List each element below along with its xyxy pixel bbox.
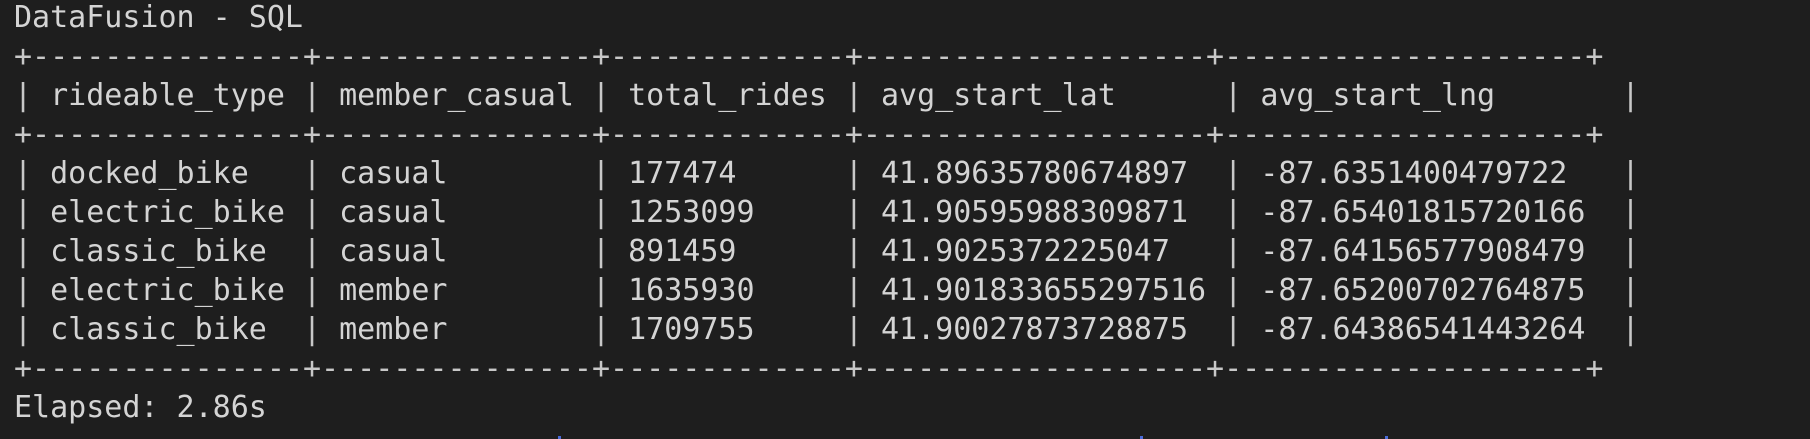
header-avg-start-lat: avg_start_lat xyxy=(881,78,1116,113)
table-row: | electric_bike | casual | 1253099 | 41.… xyxy=(14,195,1640,230)
table-cell: classic_bike xyxy=(50,312,267,347)
header-rideable-type: rideable_type xyxy=(50,78,285,113)
table-cell: 41.90595988309871 xyxy=(881,195,1189,230)
table-cell: 177474 xyxy=(628,156,737,191)
table-row: | electric_bike | member | 1635930 | 41.… xyxy=(14,273,1640,308)
elapsed-status: Elapsed: 2.86s xyxy=(14,390,267,425)
table-cell: casual xyxy=(339,195,448,230)
table-cell: -87.64156577908479 xyxy=(1260,234,1586,269)
table-header-row: | rideable_type | member_casual | total_… xyxy=(14,78,1640,113)
terminal-title: DataFusion - SQL xyxy=(14,0,303,35)
table-bottom-border: +---------------+---------------+-------… xyxy=(14,351,1604,386)
table-cell: -87.65401815720166 xyxy=(1260,195,1586,230)
table-cell: member xyxy=(339,273,448,308)
table-cell: -87.6351400479722 xyxy=(1260,156,1568,191)
table-cell: 1709755 xyxy=(628,312,755,347)
table-body: | docked_bike | casual | 177474 | 41.896… xyxy=(14,154,1640,349)
header-member-casual: member_casual xyxy=(339,78,574,113)
header-avg-start-lng: avg_start_lng xyxy=(1260,78,1496,113)
table-cell: 41.9025372225047 xyxy=(881,234,1170,269)
terminal-output: DataFusion - SQL +---------------+-------… xyxy=(14,0,1640,427)
table-cell: docked_bike xyxy=(50,156,249,191)
table-header-separator: +---------------+---------------+-------… xyxy=(14,117,1604,152)
table-row: | classic_bike | casual | 891459 | 41.90… xyxy=(14,234,1640,269)
table-cell: 1253099 xyxy=(628,195,755,230)
table-cell: electric_bike xyxy=(50,195,285,230)
table-cell: 41.89635780674897 xyxy=(881,156,1189,191)
table-cell: 1635930 xyxy=(628,273,755,308)
table-cell: member xyxy=(339,312,448,347)
table-cell: 891459 xyxy=(628,234,737,269)
table-row: | docked_bike | casual | 177474 | 41.896… xyxy=(14,156,1640,191)
table-cell: electric_bike xyxy=(50,273,285,308)
table-cell: -87.65200702764875 xyxy=(1260,273,1586,308)
table-cell: classic_bike xyxy=(50,234,267,269)
table-cell: 41.90027873728875 xyxy=(881,312,1189,347)
table-top-border: +---------------+---------------+-------… xyxy=(14,39,1604,74)
table-row: | classic_bike | member | 1709755 | 41.9… xyxy=(14,312,1640,347)
table-cell: -87.64386541443264 xyxy=(1260,312,1586,347)
table-cell: casual xyxy=(339,156,448,191)
header-total-rides: total_rides xyxy=(628,78,827,113)
table-cell: casual xyxy=(339,234,448,269)
table-cell: 41.901833655297516 xyxy=(881,273,1207,308)
